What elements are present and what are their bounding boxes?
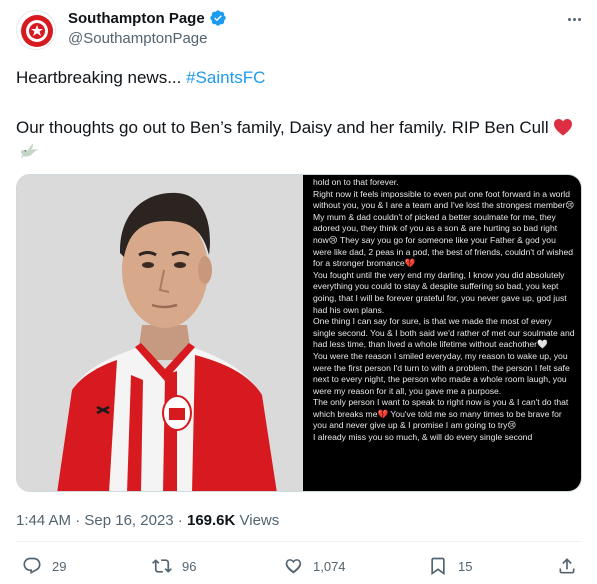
tweet-meta: 1:44 AM · Sep 16, 2023 · 169.6K Views xyxy=(16,512,279,529)
hashtag-link[interactable]: #SaintsFC xyxy=(186,68,265,87)
red-heart-icon xyxy=(554,118,573,136)
tweet-date[interactable]: Sep 16, 2023 xyxy=(84,512,173,529)
tweet-time[interactable]: 1:44 AM xyxy=(16,512,71,529)
repost-count: 96 xyxy=(182,558,197,574)
southampton-crest-logo xyxy=(18,12,55,49)
tweet-text-message: Our thoughts go out to Ben’s family, Dai… xyxy=(16,117,586,139)
action-bar: 29 96 1,074 15 xyxy=(0,556,597,582)
meta-separator: · xyxy=(173,512,187,529)
intro-text: Heartbreaking news... xyxy=(16,68,187,87)
letter-line: You were the reason I smiled everyday, m… xyxy=(313,350,570,396)
letter-screenshot[interactable]: hold on to that forever. Right now it fe… xyxy=(303,175,581,491)
letter-line: You fought until the very end my darling… xyxy=(313,269,567,315)
verified-badge-icon xyxy=(209,9,227,27)
display-name[interactable]: Southampton Page xyxy=(68,10,205,27)
player-photo[interactable] xyxy=(17,175,303,491)
like-icon xyxy=(285,559,302,574)
author-name-line: Southampton Page xyxy=(68,9,227,27)
views-count[interactable]: 169.6K xyxy=(187,512,235,529)
bookmark-button[interactable]: 15 xyxy=(428,556,472,576)
letter-line: My mum & dad couldn't of picked a better… xyxy=(313,211,574,269)
share-button[interactable] xyxy=(557,556,577,576)
share-icon xyxy=(559,558,575,574)
repost-icon xyxy=(152,559,172,573)
letter-line: Right now it feels impossible to even pu… xyxy=(313,188,575,211)
reply-count: 29 xyxy=(52,558,67,574)
avatar[interactable] xyxy=(16,10,56,50)
letter-line: I already miss you so much, & will do ev… xyxy=(313,432,533,443)
like-button[interactable]: 1,074 xyxy=(283,556,346,576)
letter-line: The only person I want to speak to right… xyxy=(313,397,569,431)
bookmark-count: 15 xyxy=(458,558,473,574)
tweet-text-intro: Heartbreaking news... #SaintsFC xyxy=(16,67,586,89)
reply-button[interactable]: 29 xyxy=(22,556,66,576)
like-count: 1,074 xyxy=(313,558,346,574)
bookmark-icon xyxy=(431,557,445,576)
account-handle[interactable]: @SouthamptonPage xyxy=(68,30,208,47)
letter-text: hold on to that forever. Right now it fe… xyxy=(313,177,575,444)
divider xyxy=(16,541,582,542)
dove-icon xyxy=(20,143,38,158)
repost-button[interactable]: 96 xyxy=(152,556,196,576)
more-icon[interactable] xyxy=(562,10,586,28)
meta-separator: · xyxy=(71,512,85,529)
letter-line: One thing I can say for sure, is that we… xyxy=(313,316,575,350)
letter-line: hold on to that forever. xyxy=(313,177,399,187)
reply-icon xyxy=(23,557,41,575)
media-container[interactable]: hold on to that forever. Right now it fe… xyxy=(16,174,582,492)
views-label: Views xyxy=(235,512,280,529)
message-text: Our thoughts go out to Ben’s family, Dai… xyxy=(16,118,549,137)
